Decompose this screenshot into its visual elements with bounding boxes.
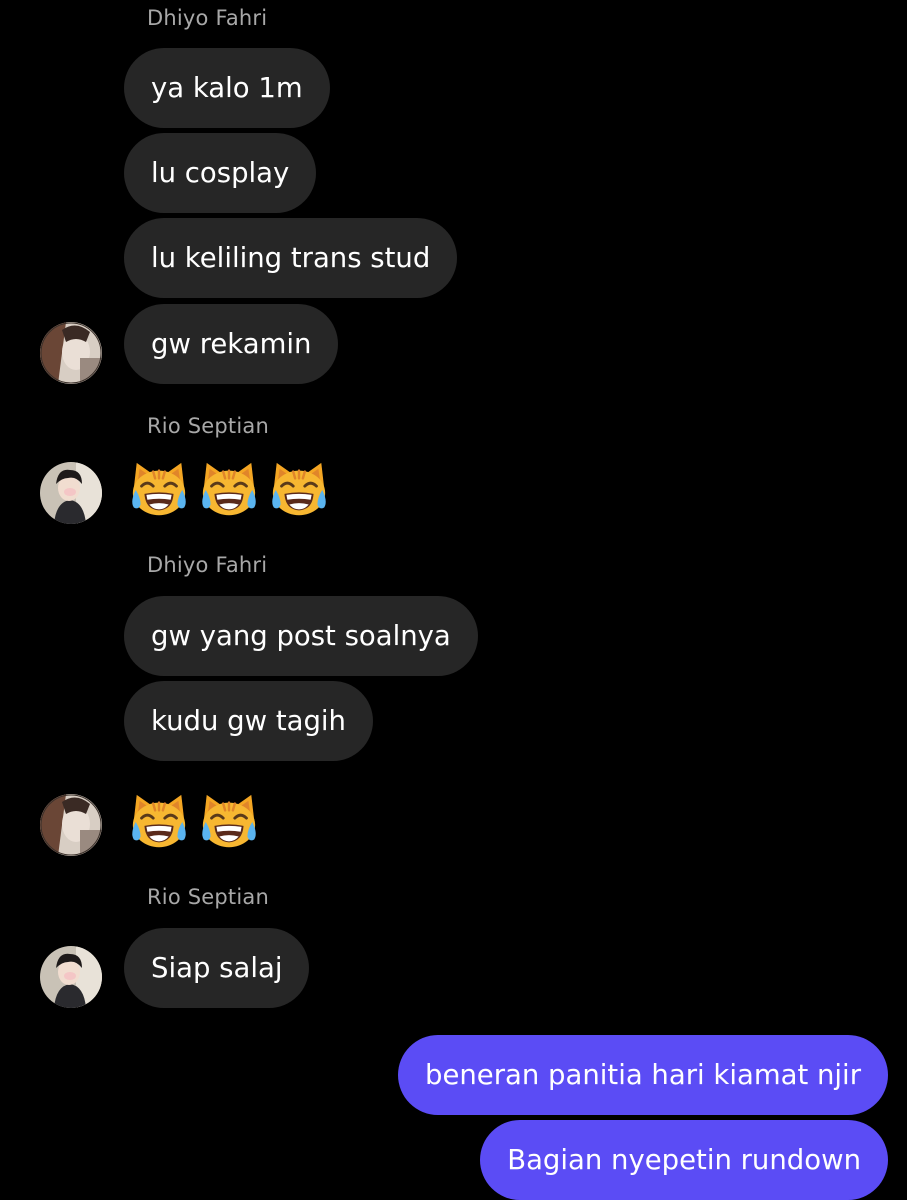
- sender-name-dhiyo: Dhiyo Fahri: [147, 6, 268, 30]
- sender-name-dhiyo: Dhiyo Fahri: [147, 553, 268, 577]
- laughing-cat-emoji: [198, 791, 260, 853]
- message-bubble[interactable]: ya kalo 1m: [124, 48, 330, 128]
- laughing-cat-emoji: [268, 459, 330, 521]
- message-bubble[interactable]: lu cosplay: [124, 133, 317, 213]
- outgoing-message-bubble[interactable]: Bagian nyepetin rundown: [480, 1120, 888, 1200]
- message-bubble[interactable]: lu keliling trans stud: [124, 218, 458, 298]
- emoji-message[interactable]: [128, 459, 330, 521]
- laughing-cat-emoji: [198, 459, 260, 521]
- message-bubble[interactable]: gw yang post soalnya: [124, 596, 478, 676]
- avatar-rio-icon[interactable]: [40, 462, 102, 524]
- avatar-dhiyo-icon[interactable]: [40, 322, 102, 384]
- laughing-cat-emoji: [128, 459, 190, 521]
- avatar-dhiyo-icon[interactable]: [40, 794, 102, 856]
- sender-name-rio: Rio Septian: [147, 885, 269, 909]
- sender-name-rio: Rio Septian: [147, 414, 269, 438]
- message-bubble[interactable]: gw rekamin: [124, 304, 339, 384]
- message-bubble[interactable]: kudu gw tagih: [124, 681, 373, 761]
- avatar-rio-icon[interactable]: [40, 946, 102, 1008]
- outgoing-message-bubble[interactable]: beneran panitia hari kiamat njir: [397, 1035, 888, 1115]
- emoji-message[interactable]: [128, 791, 260, 853]
- message-bubble[interactable]: Siap salaj: [124, 928, 310, 1008]
- laughing-cat-emoji: [128, 791, 190, 853]
